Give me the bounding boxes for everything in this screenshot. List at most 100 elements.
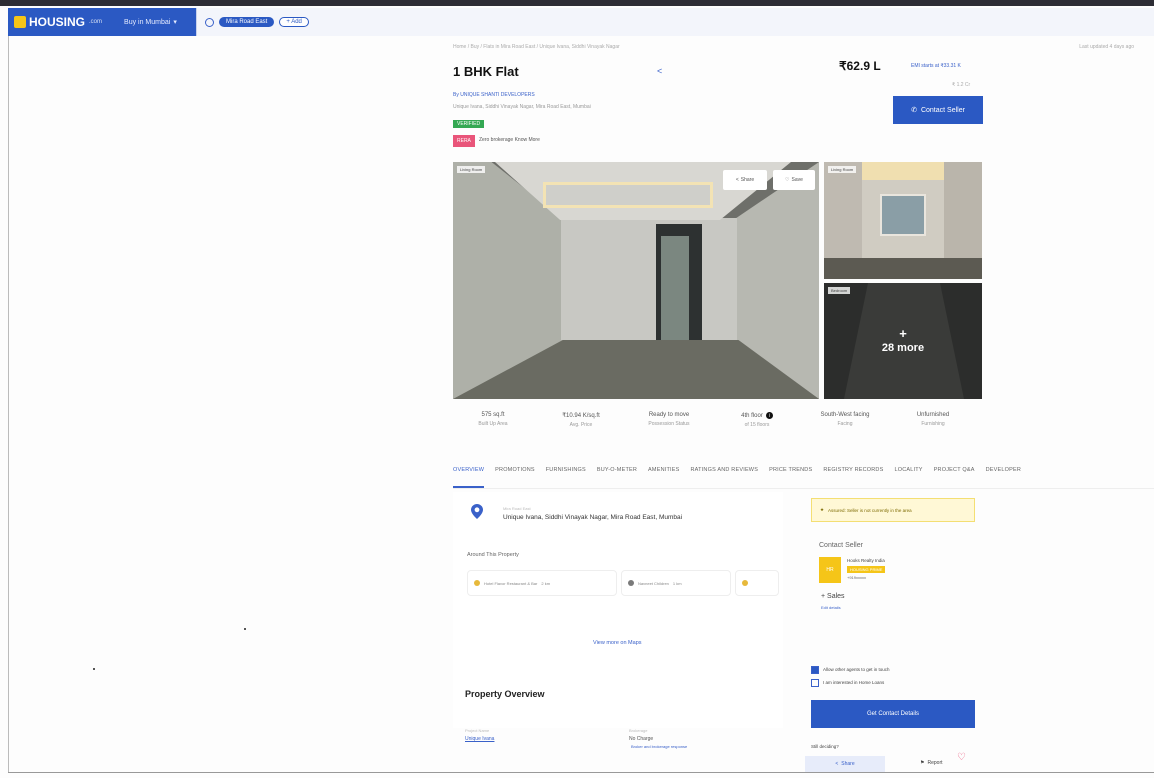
- contact-seller-title: Contact Seller: [819, 542, 863, 549]
- seller-name: Hooks Realty India: [847, 558, 885, 563]
- around-item[interactable]: [735, 570, 779, 596]
- thumb-floor: [824, 258, 982, 279]
- allow-agents-label: Allow other agents to get in touch: [823, 667, 890, 672]
- info-icon[interactable]: i: [765, 412, 773, 419]
- around-item-name: Hotel Flavor Restaurant & Bar: [484, 580, 538, 586]
- listing-main: Home / Buy / Flats in Mira Road East / U…: [447, 36, 1154, 772]
- tab-price-trends[interactable]: PRICE TRENDS: [769, 463, 812, 488]
- location-card: Mira Road East Unique Ivana, Siddhi Vina…: [453, 492, 783, 749]
- photo-wall-back: [561, 218, 737, 340]
- stat-label: Avg. Price: [569, 422, 593, 428]
- around-title: Around This Property: [467, 552, 519, 558]
- photo-save-button[interactable]: ♡ Save: [773, 170, 815, 190]
- home-loan-checkbox[interactable]: [811, 679, 819, 687]
- share-button[interactable]: < Share: [805, 756, 885, 772]
- tab-furnishings[interactable]: FURNISHINGS: [546, 463, 586, 488]
- overview-link[interactable]: Broker and brokerage response: [631, 744, 687, 749]
- contact-sidebar: ★ Assured: Seller is not currently in th…: [811, 498, 977, 770]
- photo-save-label: Save: [791, 177, 803, 183]
- housing-logo[interactable]: HOUSING .com: [14, 15, 102, 29]
- breadcrumb[interactable]: Home / Buy / Flats in Mira Road East / U…: [453, 44, 873, 50]
- overview-value: No Charge: [629, 736, 654, 742]
- get-contact-details-button[interactable]: Get Contact Details: [811, 700, 975, 728]
- around-item-dist: 2 km: [541, 580, 551, 586]
- contact-seller-button[interactable]: ✆ Contact Seller: [893, 96, 983, 124]
- report-button[interactable]: ⚑ Report: [920, 760, 943, 766]
- seller-edit-link[interactable]: Edit details: [821, 605, 841, 610]
- listing-title: 1 BHK Flat: [453, 64, 519, 79]
- photo-doorway: [661, 236, 689, 340]
- photo-tag: Living Room: [457, 166, 486, 173]
- property-overview-title: Property Overview: [465, 689, 545, 699]
- stat-label: Facing: [837, 421, 853, 427]
- seller-logo: HR: [819, 557, 841, 583]
- screen: HOUSING .com Buy in Mumbai ▾ Mira Road E…: [0, 0, 1154, 778]
- flag-icon: ⚑: [920, 760, 925, 766]
- search-location-chip[interactable]: Mira Road East: [219, 17, 275, 27]
- share-icon[interactable]: <: [657, 66, 662, 76]
- view-more-maps-link[interactable]: View more on Maps: [593, 640, 642, 646]
- home-loan-label: I am interested in Home Loans: [823, 680, 885, 685]
- stat-value: Unfurnished: [916, 412, 950, 418]
- thumb-ceiling: [862, 162, 944, 180]
- report-button-label: Report: [927, 760, 943, 766]
- stray-mark: [93, 668, 95, 670]
- tab-project-qa[interactable]: PROJECT Q&A: [934, 463, 975, 488]
- seller-prime-badge: HOUSING PRIME: [847, 566, 886, 573]
- phone-icon: ✆: [911, 107, 917, 114]
- tab-developer[interactable]: DEVELOPER: [986, 463, 1021, 488]
- emi-link[interactable]: EMI starts at ₹33.31 K: [911, 63, 961, 69]
- logo-mark-icon: [14, 16, 26, 28]
- share-icon: <: [835, 761, 839, 767]
- verified-badge: VERIFIED: [453, 120, 485, 128]
- around-item[interactable]: Hotel Flavor Restaurant & Bar 2 km: [467, 570, 617, 596]
- overview-label: Brokerage: [629, 728, 648, 733]
- stat-item: Ready to move Possession Status: [629, 412, 709, 438]
- stat-item: 4th floor i of 15 floors: [717, 412, 797, 438]
- stat-value: South-West facing: [820, 412, 870, 418]
- logo-suffix: .com: [89, 19, 103, 25]
- tab-amenities[interactable]: AMENITIES: [648, 463, 679, 488]
- key-stats: 575 sq.ft Built Up Area ₹10.94 K/sq.ft A…: [453, 412, 973, 438]
- seller-role: + Sales: [821, 593, 845, 600]
- project-name-link[interactable]: Unique Ivana: [465, 736, 494, 742]
- school-icon: [628, 580, 634, 586]
- page-border-bottom: [8, 772, 1154, 773]
- tab-promotions[interactable]: PROMOTIONS: [495, 463, 535, 488]
- stray-mark: [244, 628, 246, 630]
- listing-price: ₹62.9 L: [839, 59, 881, 73]
- logo-text: HOUSING: [29, 15, 86, 29]
- photo-share-button[interactable]: < Share: [723, 170, 767, 190]
- stat-value: ₹10.94 K/sq.ft: [562, 413, 600, 419]
- stat-item: South-West facing Facing: [805, 412, 885, 438]
- heart-icon[interactable]: ♡: [957, 752, 966, 763]
- builder-link[interactable]: By UNIQUE SHANTI DEVELOPERS: [453, 92, 535, 98]
- stat-value: 4th floor: [741, 412, 763, 419]
- zero-brokerage-text[interactable]: Zero brokerage Know More: [479, 137, 540, 143]
- city-selector[interactable]: Buy in Mumbai ▾: [124, 18, 177, 27]
- restaurant-icon: [474, 580, 480, 586]
- tab-registry-records[interactable]: REGISTRY RECORDS: [823, 463, 883, 488]
- around-list: Hotel Flavor Restaurant & Bar 2 km Navne…: [467, 570, 783, 596]
- tab-overview[interactable]: OVERVIEW: [453, 463, 485, 488]
- thumb-tag: Living Room: [828, 166, 857, 173]
- seller-phone: +919xxxxx: [847, 575, 867, 580]
- stat-label: Built Up Area: [478, 421, 508, 427]
- price-sub: ₹ 1.2 Cr: [952, 82, 971, 88]
- tab-buy-o-meter[interactable]: BUY-O-METER: [597, 463, 637, 488]
- thumbnail-photo[interactable]: Living Room: [824, 162, 982, 279]
- main-photo[interactable]: Living Room < Share ♡ Save: [453, 162, 819, 399]
- around-item[interactable]: Navneet Children 1 km: [621, 570, 731, 596]
- stat-label: Possession Status: [648, 421, 690, 427]
- allow-agents-checkbox[interactable]: [811, 666, 819, 674]
- add-location-chip[interactable]: + Add: [279, 17, 309, 27]
- more-photos-label: 28 more: [881, 342, 925, 354]
- tab-locality[interactable]: LOCALITY: [894, 463, 922, 488]
- tab-ratings-reviews[interactable]: RATINGS AND REVIEWS: [691, 463, 759, 488]
- thumb-window: [880, 194, 926, 236]
- search-bar[interactable]: Mira Road East + Add: [196, 8, 1154, 36]
- around-item-dist: 1 km: [672, 580, 682, 586]
- stat-item: ₹10.94 K/sq.ft Avg. Price: [541, 412, 621, 438]
- more-photos-thumbnail[interactable]: + 28 more Bedroom: [824, 283, 982, 399]
- stat-value: 575 sq.ft: [481, 412, 505, 418]
